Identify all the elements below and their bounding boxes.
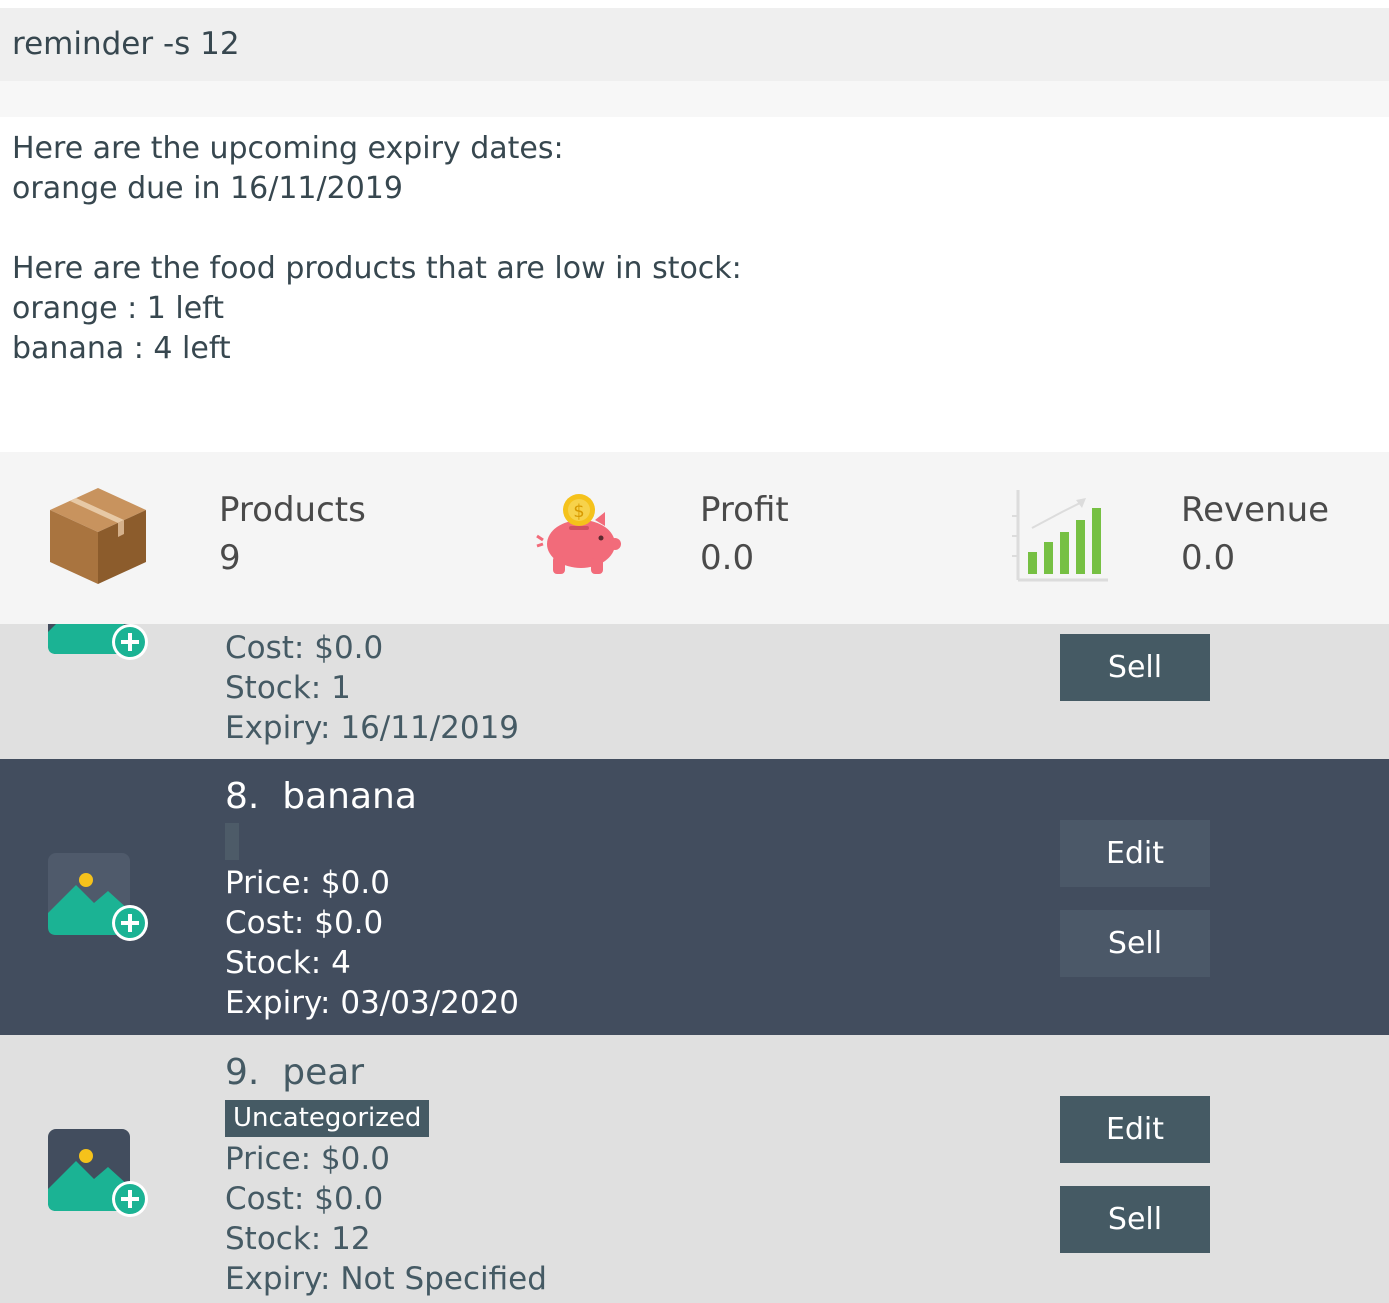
add-image-icon[interactable] — [48, 624, 150, 664]
category-tag — [225, 823, 239, 860]
product-stock: Stock: 1 — [225, 670, 351, 706]
product-price: Price: $0.0 — [225, 1141, 390, 1177]
revenue-label: Revenue — [1181, 490, 1330, 530]
product-cost: Cost: $0.0 — [225, 905, 384, 941]
edit-button[interactable]: Edit — [1060, 820, 1210, 887]
piggy-bank-icon: $ — [536, 494, 621, 574]
product-card[interactable]: 9. pear Uncategorized Price: $0.0 Cost: … — [0, 1035, 1389, 1303]
product-list[interactable]: Cost: $0.0 Stock: 1 Expiry: 16/11/2019 S… — [0, 624, 1389, 1303]
product-expiry: Expiry: 16/11/2019 — [225, 710, 520, 746]
result-display: Here are the upcoming expiry dates: oran… — [0, 117, 1389, 452]
statistics-panel: Products 9 $ Profit 0.0 Revenue 0.0 — [0, 452, 1389, 624]
product-cost: Cost: $0.0 — [225, 1181, 384, 1217]
top-strip — [0, 0, 1389, 8]
product-cost: Cost: $0.0 — [225, 630, 384, 666]
profit-value: 0.0 — [700, 538, 755, 578]
edit-button[interactable]: Edit — [1060, 1096, 1210, 1163]
product-title: 9. pear — [225, 1051, 364, 1095]
product-name: pear — [282, 1052, 365, 1093]
product-expiry: Expiry: 03/03/2020 — [225, 985, 520, 1021]
svg-text:$: $ — [573, 501, 584, 522]
command-box[interactable]: reminder -s 12 — [0, 8, 1389, 81]
add-image-icon[interactable] — [48, 853, 150, 945]
product-stock: Stock: 4 — [225, 945, 351, 981]
profit-label: Profit — [700, 490, 789, 530]
bar-chart-icon — [1012, 490, 1108, 582]
sell-button[interactable]: Sell — [1060, 634, 1210, 701]
product-card-selected[interactable]: 8. banana Price: $0.0 Cost: $0.0 Stock: … — [0, 759, 1389, 1035]
divider — [0, 81, 1389, 117]
product-title: 8. banana — [225, 775, 417, 819]
product-price: Price: $0.0 — [225, 865, 390, 901]
product-card[interactable]: Cost: $0.0 Stock: 1 Expiry: 16/11/2019 S… — [0, 624, 1389, 759]
revenue-value: 0.0 — [1181, 538, 1236, 578]
sell-button[interactable]: Sell — [1060, 910, 1210, 977]
category-tag: Uncategorized — [225, 1100, 430, 1137]
product-index: 8. — [225, 776, 260, 817]
products-value: 9 — [219, 538, 241, 578]
products-label: Products — [219, 490, 366, 530]
box-icon — [50, 488, 146, 584]
sell-button[interactable]: Sell — [1060, 1186, 1210, 1253]
product-stock: Stock: 12 — [225, 1221, 371, 1257]
product-expiry: Expiry: Not Specified — [225, 1261, 547, 1297]
add-image-icon[interactable] — [48, 1129, 150, 1221]
product-index: 9. — [225, 1052, 260, 1093]
product-name: banana — [282, 776, 417, 817]
